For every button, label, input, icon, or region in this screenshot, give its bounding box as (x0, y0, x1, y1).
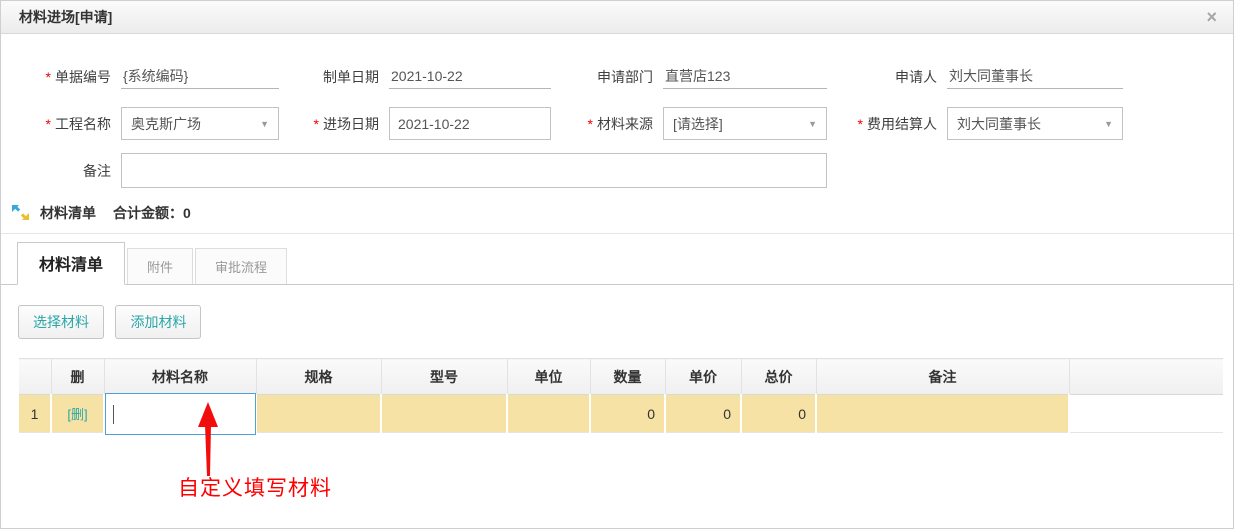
doc-no-label: * 单据编号 (45, 68, 111, 85)
col-header-rownum (19, 358, 52, 395)
doc-date-field[interactable] (389, 64, 551, 89)
required-mark: * (313, 115, 319, 132)
col-header-price: 单价 (665, 358, 742, 395)
qty-cell[interactable]: 0 (590, 394, 666, 433)
spec-cell[interactable] (256, 394, 382, 433)
divider (1, 233, 1233, 234)
chevron-down-icon: ▼ (808, 118, 817, 129)
col-header-spec: 规格 (256, 358, 382, 395)
toolbar: 选择材料 添加材料 (18, 305, 1233, 339)
collapse-expand-icon[interactable] (11, 204, 31, 222)
tab-bar: 材料清单 附件 审批流程 (1, 242, 1233, 285)
row-number-cell: 1 (19, 394, 52, 433)
required-mark: * (45, 68, 51, 85)
project-label: * 工程名称 (45, 115, 111, 132)
close-icon[interactable]: × (1206, 8, 1217, 26)
col-header-delete: 删 (51, 358, 105, 395)
source-label: * 材料来源 (587, 115, 653, 132)
applicant-field[interactable] (947, 64, 1123, 89)
total-amount: 合计金额：0 (113, 205, 191, 221)
form-row-1: *单据编号 制单日期 申请部门 申请人 (17, 64, 1233, 89)
settler-label: * 费用结算人 (857, 115, 937, 132)
col-header-extra (1069, 358, 1223, 395)
required-mark: * (857, 115, 863, 132)
remark-field[interactable] (121, 153, 827, 188)
form-row-2: *工程名称 奥克斯广场▼ *进场日期 *材料来源 [请选择]▼ *费用结算人 刘… (17, 107, 1233, 140)
chevron-down-icon: ▼ (1104, 118, 1113, 129)
source-select[interactable]: [请选择] ▼ (663, 107, 827, 140)
col-header-qty: 数量 (590, 358, 666, 395)
delete-link[interactable]: [删] (67, 407, 87, 422)
select-material-button[interactable]: 选择材料 (18, 305, 104, 339)
col-header-remark: 备注 (816, 358, 1070, 395)
remark-label: 备注 (83, 162, 111, 179)
required-mark: * (45, 115, 51, 132)
tab-material-list[interactable]: 材料清单 (17, 242, 126, 285)
entry-date-label: * 进场日期 (313, 115, 379, 132)
col-header-model: 型号 (381, 358, 508, 395)
model-cell[interactable] (381, 394, 508, 433)
table-header-row: 删 材料名称 规格 型号 单位 数量 单价 总价 备注 (19, 358, 1223, 395)
col-header-unit: 单位 (507, 358, 591, 395)
doc-date-label: 制单日期 (323, 68, 379, 85)
tab-approval-flow[interactable]: 审批流程 (195, 248, 288, 284)
doc-no-field[interactable] (121, 64, 279, 89)
section-title: 材料清单 (40, 205, 96, 221)
dept-label: 申请部门 (597, 68, 653, 85)
window-title: 材料进场[申请] (19, 9, 113, 25)
remark-cell[interactable] (816, 394, 1070, 433)
add-material-button[interactable]: 添加材料 (115, 305, 202, 339)
unit-cell[interactable] (507, 394, 591, 433)
dept-field[interactable] (663, 64, 827, 89)
material-entry-dialog: 材料进场[申请] × *单据编号 制单日期 申请部门 申请人 *工程名称 奥克斯… (0, 0, 1234, 529)
required-mark: * (587, 115, 593, 132)
col-header-total: 总价 (741, 358, 817, 395)
chevron-down-icon: ▼ (260, 118, 269, 129)
extra-cell (1069, 394, 1223, 433)
title-bar: 材料进场[申请] × (1, 1, 1233, 34)
material-list-section-header: 材料清单 合计金额：0 (11, 203, 1233, 223)
price-cell[interactable]: 0 (665, 394, 742, 433)
material-name-cell (104, 393, 257, 435)
project-select[interactable]: 奥克斯广场 ▼ (121, 107, 279, 140)
annotation-arrow-icon (198, 402, 218, 476)
applicant-label: 申请人 (895, 68, 937, 85)
form-row-3: 备注 (17, 153, 1233, 188)
col-header-material-name: 材料名称 (104, 358, 257, 395)
material-name-input[interactable] (105, 393, 256, 435)
text-cursor (113, 405, 114, 424)
tab-attachments[interactable]: 附件 (127, 248, 194, 284)
entry-date-field[interactable] (389, 107, 551, 140)
settler-select[interactable]: 刘大同董事长 ▼ (947, 107, 1123, 140)
annotation-text: 自定义填写材料 (178, 477, 332, 500)
delete-cell: [删] (51, 394, 105, 433)
total-cell[interactable]: 0 (741, 394, 817, 433)
